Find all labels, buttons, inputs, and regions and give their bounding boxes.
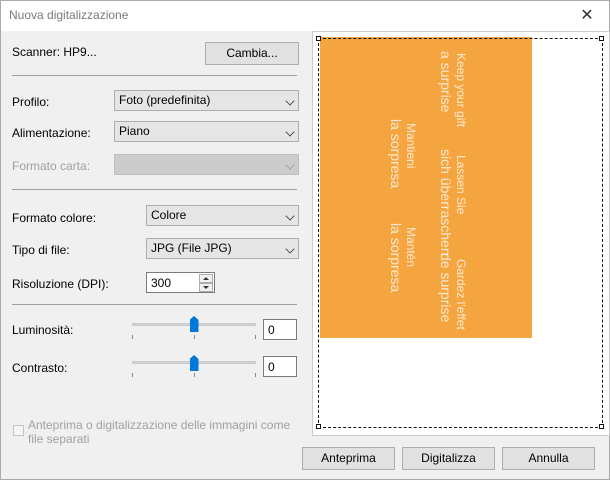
separator bbox=[12, 75, 297, 76]
change-scanner-button[interactable]: Cambia... bbox=[205, 42, 299, 65]
brightness-slider-thumb[interactable] bbox=[189, 316, 199, 332]
color-format-label: Formato colore: bbox=[12, 211, 97, 225]
file-type-value: JPG (File JPG) bbox=[151, 241, 232, 255]
cancel-button[interactable]: Annulla bbox=[502, 447, 595, 470]
separate-files-checkbox[interactable] bbox=[13, 425, 24, 436]
scan-dialog: Nuova digitalizzazione ✕ Scanner: HP9...… bbox=[0, 0, 610, 480]
spin-down-icon[interactable] bbox=[199, 283, 213, 292]
profile-label: Profilo: bbox=[12, 95, 50, 109]
scan-button[interactable]: Digitalizza bbox=[402, 447, 495, 470]
paper-size-select bbox=[114, 154, 299, 175]
close-button[interactable]: ✕ bbox=[565, 1, 609, 31]
resolution-spinner[interactable]: 300 bbox=[146, 272, 215, 293]
contrast-slider-thumb[interactable] bbox=[189, 355, 199, 371]
contrast-value-field[interactable]: 0 bbox=[263, 356, 297, 377]
resolution-value: 300 bbox=[151, 276, 172, 290]
profile-value: Foto (predefinita) bbox=[119, 93, 211, 107]
feed-value: Piano bbox=[119, 124, 150, 138]
profile-select[interactable]: Foto (predefinita) bbox=[114, 90, 299, 111]
brightness-ticks bbox=[132, 335, 256, 339]
scan-preview-pane[interactable]: Keep your gift a surprise Lassen Sie sic… bbox=[312, 31, 610, 436]
contrast-label: Contrasto: bbox=[12, 361, 68, 375]
feed-label: Alimentazione: bbox=[12, 126, 91, 140]
color-format-select[interactable]: Colore bbox=[146, 205, 299, 226]
brightness-label: Luminosità: bbox=[12, 323, 74, 337]
spin-up-icon[interactable] bbox=[199, 274, 213, 283]
resize-handle[interactable] bbox=[316, 424, 321, 429]
feed-select[interactable]: Piano bbox=[114, 121, 299, 142]
preview-button[interactable]: Anteprima bbox=[302, 447, 395, 470]
file-type-label: Tipo di file: bbox=[12, 243, 70, 257]
brightness-value-field[interactable]: 0 bbox=[263, 319, 297, 340]
resolution-label: Risoluzione (DPI): bbox=[12, 277, 109, 291]
title-bar: Nuova digitalizzazione ✕ bbox=[1, 1, 609, 31]
contrast-ticks bbox=[132, 373, 256, 377]
chevron-down-icon bbox=[285, 160, 295, 170]
resize-handle[interactable] bbox=[316, 36, 321, 41]
window-title: Nuova digitalizzazione bbox=[9, 8, 129, 22]
color-format-value: Colore bbox=[151, 208, 187, 222]
file-type-select[interactable]: JPG (File JPG) bbox=[146, 238, 299, 259]
resize-handle[interactable] bbox=[599, 424, 604, 429]
separator bbox=[12, 189, 297, 190]
separator bbox=[12, 304, 297, 305]
chevron-down-icon bbox=[285, 96, 295, 106]
chevron-down-icon bbox=[285, 211, 295, 221]
separate-files-label-line1: Anteprima o digitalizzazione delle immag… bbox=[28, 418, 291, 432]
chevron-down-icon bbox=[285, 127, 295, 137]
chevron-down-icon bbox=[285, 244, 295, 254]
scan-area-selection[interactable] bbox=[318, 38, 603, 428]
scanner-label: Scanner: HP9... bbox=[12, 45, 97, 59]
paper-size-label: Formato carta: bbox=[12, 159, 91, 173]
resize-handle[interactable] bbox=[599, 36, 604, 41]
separate-files-label-line2: file separati bbox=[28, 432, 90, 446]
